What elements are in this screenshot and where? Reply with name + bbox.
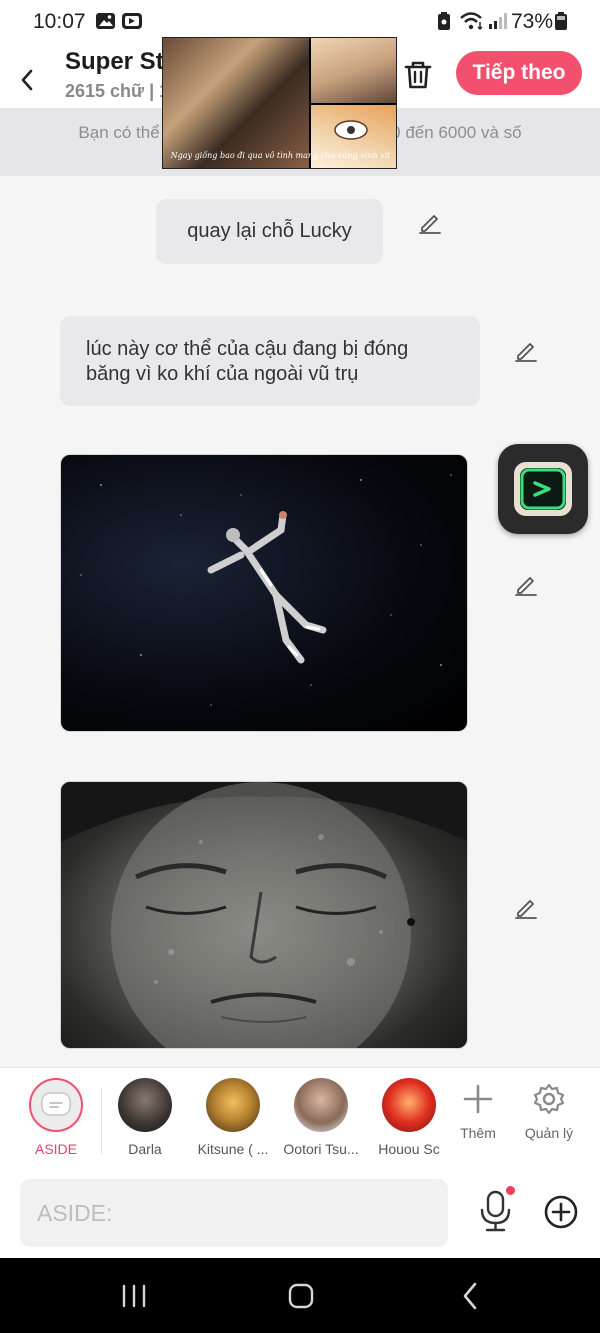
message-image-frozen-face[interactable] <box>60 781 468 1049</box>
screen-recorder-icon <box>121 11 143 31</box>
chat-bubble-icon <box>41 1092 71 1116</box>
character-name: Kitsune ( ... <box>197 1141 269 1157</box>
frozen-face-image <box>61 782 467 1048</box>
pip-divider <box>309 103 396 105</box>
character-name: Houou Sc <box>378 1141 440 1157</box>
system-nav-bar <box>0 1258 600 1333</box>
manage-label: Quản lý <box>524 1125 574 1141</box>
character-darla[interactable]: Darla <box>102 1078 188 1157</box>
story-title: Super Sta <box>65 48 178 75</box>
floating-recorder-button[interactable] <box>498 444 588 534</box>
chat-area[interactable]: quay lại chỗ Lucky lúc này cơ thể của cậ… <box>0 176 600 1067</box>
message-bubble[interactable]: lúc này cơ thể của cậu đang bị đóng băng… <box>60 316 480 406</box>
picture-in-picture-video[interactable]: Ngay giống bao đi qua vô tình mang cho v… <box>162 37 397 169</box>
notification-dot <box>506 1186 515 1195</box>
edit-icon[interactable] <box>417 209 443 235</box>
add-button[interactable] <box>543 1194 579 1230</box>
message-image-astronaut[interactable] <box>60 454 468 732</box>
edit-icon[interactable] <box>513 571 539 597</box>
signal-icon <box>487 11 509 31</box>
battery-icon <box>553 11 569 31</box>
character-name: Ootori Tsu... <box>283 1141 359 1157</box>
trash-icon <box>404 61 432 89</box>
add-label: Thêm <box>460 1125 496 1141</box>
astronaut-image <box>80 474 452 706</box>
battery-percent: 73% <box>511 10 554 33</box>
message-text: lúc này cơ thể của cậu đang bị đóng băng… <box>86 338 409 385</box>
message-text: quay lại chỗ Lucky <box>187 220 352 242</box>
character-aside[interactable]: ASIDE <box>13 1078 99 1157</box>
lock-icon <box>434 11 456 31</box>
input-bar <box>0 1170 600 1258</box>
character-name: ASIDE <box>34 1141 77 1157</box>
plus-circle-icon <box>544 1195 578 1229</box>
add-character-button[interactable]: Thêm <box>443 1082 513 1141</box>
pip-caption: Ngay giống bao đi qua vô tình mang cho v… <box>170 151 391 160</box>
avatar <box>118 1078 172 1132</box>
character-kitsune[interactable]: Kitsune ( ... <box>190 1078 276 1157</box>
avatar <box>206 1078 260 1132</box>
status-time: 10:07 <box>33 10 86 33</box>
manage-button[interactable]: Quản lý <box>514 1082 584 1141</box>
delete-button[interactable] <box>398 54 438 94</box>
next-button[interactable]: Tiếp theo <box>456 51 582 95</box>
gear-icon <box>533 1083 565 1115</box>
home-button[interactable] <box>281 1280 321 1312</box>
character-name: Darla <box>128 1141 162 1157</box>
wifi-icon <box>459 11 485 31</box>
avatar <box>29 1078 83 1132</box>
plus-icon <box>463 1084 493 1114</box>
back-button[interactable] <box>10 54 44 94</box>
avatar <box>382 1078 436 1132</box>
message-bubble[interactable]: quay lại chỗ Lucky <box>156 199 383 264</box>
gallery-icon <box>95 11 117 31</box>
play-icon <box>514 462 572 516</box>
pip-frame-top-right <box>309 38 396 104</box>
back-icon <box>463 1282 477 1310</box>
recents-button[interactable] <box>114 1280 154 1312</box>
edit-icon[interactable] <box>513 337 539 363</box>
pip-frame-left <box>163 38 309 168</box>
chevron-left-icon <box>21 69 33 91</box>
character-ootori[interactable]: Ootori Tsu... <box>278 1078 364 1157</box>
avatar <box>294 1078 348 1132</box>
message-input[interactable] <box>20 1179 448 1247</box>
home-icon <box>288 1283 314 1309</box>
recents-icon <box>122 1284 146 1308</box>
system-back-button[interactable] <box>451 1280 491 1312</box>
character-bar: ASIDE Darla Kitsune ( ... Ootori Tsu... … <box>0 1067 600 1170</box>
edit-icon[interactable] <box>513 894 539 920</box>
character-houou[interactable]: Houou Sc <box>366 1078 452 1157</box>
word-count: 2615 chữ | 1 <box>65 81 170 101</box>
